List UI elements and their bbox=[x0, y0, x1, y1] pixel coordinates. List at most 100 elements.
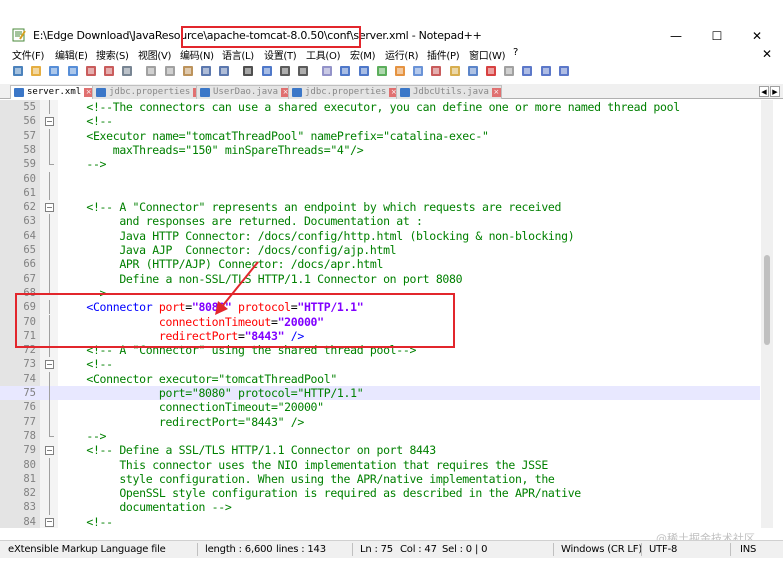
run-macro-multiple-icon[interactable] bbox=[540, 65, 552, 77]
close-icon[interactable] bbox=[85, 65, 97, 77]
menu-macro[interactable]: 宏(M) bbox=[350, 47, 376, 62]
code-token: redirectPort="8443" /> bbox=[60, 414, 304, 429]
paste-icon[interactable] bbox=[182, 65, 194, 77]
open-file-icon[interactable] bbox=[30, 65, 42, 77]
close-tab-icon[interactable]: × bbox=[491, 88, 501, 97]
zoom-in-icon[interactable] bbox=[279, 65, 291, 77]
tab-server-xml[interactable]: server.xml × bbox=[10, 85, 95, 99]
tab-scroll-left-icon[interactable]: ◀ bbox=[759, 86, 769, 97]
menu-edit[interactable]: 编辑(E) bbox=[55, 47, 88, 62]
tab-jdbc-properties-2[interactable]: jdbc.properties × bbox=[288, 85, 400, 99]
code-token: documentation --> bbox=[60, 500, 232, 515]
code-line[interactable]: 81 style configuration. When using the A… bbox=[0, 471, 760, 487]
menu-run[interactable]: 运行(R) bbox=[385, 47, 419, 62]
code-line[interactable]: 59 --> bbox=[0, 157, 760, 171]
line-number: 58 bbox=[23, 143, 36, 156]
fold-toggle-icon[interactable] bbox=[45, 200, 54, 214]
record-macro-icon[interactable] bbox=[485, 65, 497, 77]
line-number: 66 bbox=[23, 258, 36, 271]
menu-plugins[interactable]: 插件(P) bbox=[427, 47, 460, 62]
sync-scroll-icon[interactable] bbox=[321, 65, 333, 77]
menu-view[interactable]: 视图(V) bbox=[138, 47, 171, 62]
zoom-out-icon[interactable] bbox=[297, 65, 309, 77]
minimize-button[interactable]: — bbox=[662, 28, 690, 44]
play-macro-icon[interactable] bbox=[521, 65, 533, 77]
fold-toggle-icon[interactable] bbox=[45, 443, 54, 457]
code-line[interactable]: 83 documentation --> bbox=[0, 500, 760, 515]
code-line[interactable]: 73 <!-- bbox=[0, 357, 760, 371]
status-divider bbox=[197, 543, 198, 556]
code-line[interactable]: 76 connectionTimeout="20000" bbox=[0, 400, 760, 415]
tab-userdao-java[interactable]: UserDao.java × bbox=[196, 85, 292, 99]
find-icon[interactable] bbox=[242, 65, 254, 77]
code-line[interactable]: 84 <!-- bbox=[0, 515, 760, 528]
stop-macro-icon[interactable] bbox=[503, 65, 515, 77]
copy-icon[interactable] bbox=[164, 65, 176, 77]
indent-guide-icon[interactable] bbox=[376, 65, 388, 77]
code-token: --> bbox=[60, 157, 107, 172]
menu-encoding[interactable]: 编码(N) bbox=[180, 47, 214, 62]
code-line[interactable]: 74 <Connector executor="tomcatThreadPool… bbox=[0, 371, 760, 387]
monitor-icon[interactable] bbox=[467, 65, 479, 77]
status-lines: lines : 143 bbox=[276, 544, 326, 555]
code-line[interactable]: 65 Java AJP Connector: /docs/config/ajp.… bbox=[0, 243, 760, 258]
menu-settings[interactable]: 设置(T) bbox=[264, 47, 297, 62]
menu-window[interactable]: 窗口(W) bbox=[469, 47, 506, 62]
code-token: maxThreads="150" minSpareThreads="4"/> bbox=[60, 142, 364, 157]
code-line[interactable]: 58 maxThreads="150" minSpareThreads="4"/… bbox=[0, 142, 760, 158]
user-lang-icon[interactable] bbox=[394, 65, 406, 77]
show-all-chars-icon[interactable] bbox=[358, 65, 370, 77]
code-line[interactable]: 55 <!--The connectors can use a shared e… bbox=[0, 100, 760, 115]
close-all-icon[interactable] bbox=[103, 65, 115, 77]
code-line[interactable]: 79 <!-- Define a SSL/TLS HTTP/1.1 Connec… bbox=[0, 443, 760, 457]
function-list-icon[interactable] bbox=[430, 65, 442, 77]
fold-toggle-icon[interactable] bbox=[45, 515, 54, 528]
close-document-icon[interactable]: ✕ bbox=[762, 47, 772, 61]
replace-icon[interactable] bbox=[261, 65, 273, 77]
code-line[interactable]: 63 and responses are returned. Documenta… bbox=[0, 214, 760, 229]
save-icon[interactable] bbox=[48, 65, 60, 77]
code-line[interactable]: 80 This connector uses the NIO implement… bbox=[0, 457, 760, 473]
code-line[interactable]: 77 redirectPort="8443" /> bbox=[0, 414, 760, 430]
save-all-icon[interactable] bbox=[67, 65, 79, 77]
status-insert-mode[interactable]: INS bbox=[740, 544, 756, 555]
folder-workspace-icon[interactable] bbox=[449, 65, 461, 77]
fold-toggle-icon[interactable] bbox=[45, 357, 54, 371]
code-line[interactable]: 61 bbox=[0, 185, 760, 201]
cut-icon[interactable] bbox=[145, 65, 157, 77]
menu-search[interactable]: 搜索(S) bbox=[96, 47, 129, 62]
code-line[interactable]: 78 --> bbox=[0, 428, 760, 443]
status-encoding[interactable]: UTF-8 bbox=[649, 544, 677, 555]
code-line[interactable]: 60 bbox=[0, 171, 760, 187]
tab-jdbc-properties[interactable]: jdbc.properties× bbox=[92, 85, 204, 99]
code-token: <!-- Define a SSL/TLS HTTP/1.1 Connector… bbox=[60, 443, 436, 458]
code-line[interactable]: 62 <!-- A "Connector" represents an endp… bbox=[0, 200, 760, 214]
menu-tools[interactable]: 工具(O) bbox=[306, 47, 340, 62]
close-button[interactable]: ✕ bbox=[743, 28, 771, 44]
redo-icon[interactable] bbox=[218, 65, 230, 77]
tab-jdbcutils-java[interactable]: JdbcUtils.java × bbox=[396, 85, 502, 99]
menu-language[interactable]: 语言(L) bbox=[222, 47, 254, 62]
new-file-icon[interactable] bbox=[12, 65, 24, 77]
print-icon[interactable] bbox=[121, 65, 133, 77]
code-line[interactable]: 57 <Executor name="tomcatThreadPool" nam… bbox=[0, 128, 760, 144]
status-eol[interactable]: Windows (CR LF) bbox=[561, 544, 642, 555]
doc-map-icon[interactable] bbox=[412, 65, 424, 77]
code-line[interactable]: 67 Define a non-SSL/TLS HTTP/1.1 Connect… bbox=[0, 271, 760, 287]
vertical-scrollbar[interactable] bbox=[761, 100, 773, 528]
tab-scroll-right-icon[interactable]: ▶ bbox=[770, 86, 780, 97]
code-line[interactable]: 56 <!-- bbox=[0, 114, 760, 128]
menu-help[interactable]: ? bbox=[513, 47, 518, 58]
word-wrap-icon[interactable] bbox=[339, 65, 351, 77]
maximize-button[interactable]: ☐ bbox=[703, 28, 731, 44]
scrollbar-thumb[interactable] bbox=[764, 255, 770, 345]
fold-toggle-icon[interactable] bbox=[45, 114, 54, 128]
save-macro-icon[interactable] bbox=[558, 65, 570, 77]
menu-file[interactable]: 文件(F) bbox=[12, 47, 44, 62]
code-line[interactable]: 64 Java HTTP Connector: /docs/config/htt… bbox=[0, 228, 760, 244]
undo-icon[interactable] bbox=[200, 65, 212, 77]
code-line[interactable]: 66 APR (HTTP/AJP) Connector: /docs/apr.h… bbox=[0, 257, 760, 272]
code-line[interactable]: 82 OpenSSL style configuration is requir… bbox=[0, 486, 760, 501]
code-line[interactable]: 75 port="8080" protocol="HTTP/1.1" bbox=[0, 386, 760, 401]
status-column: Col : 47 bbox=[400, 544, 437, 555]
